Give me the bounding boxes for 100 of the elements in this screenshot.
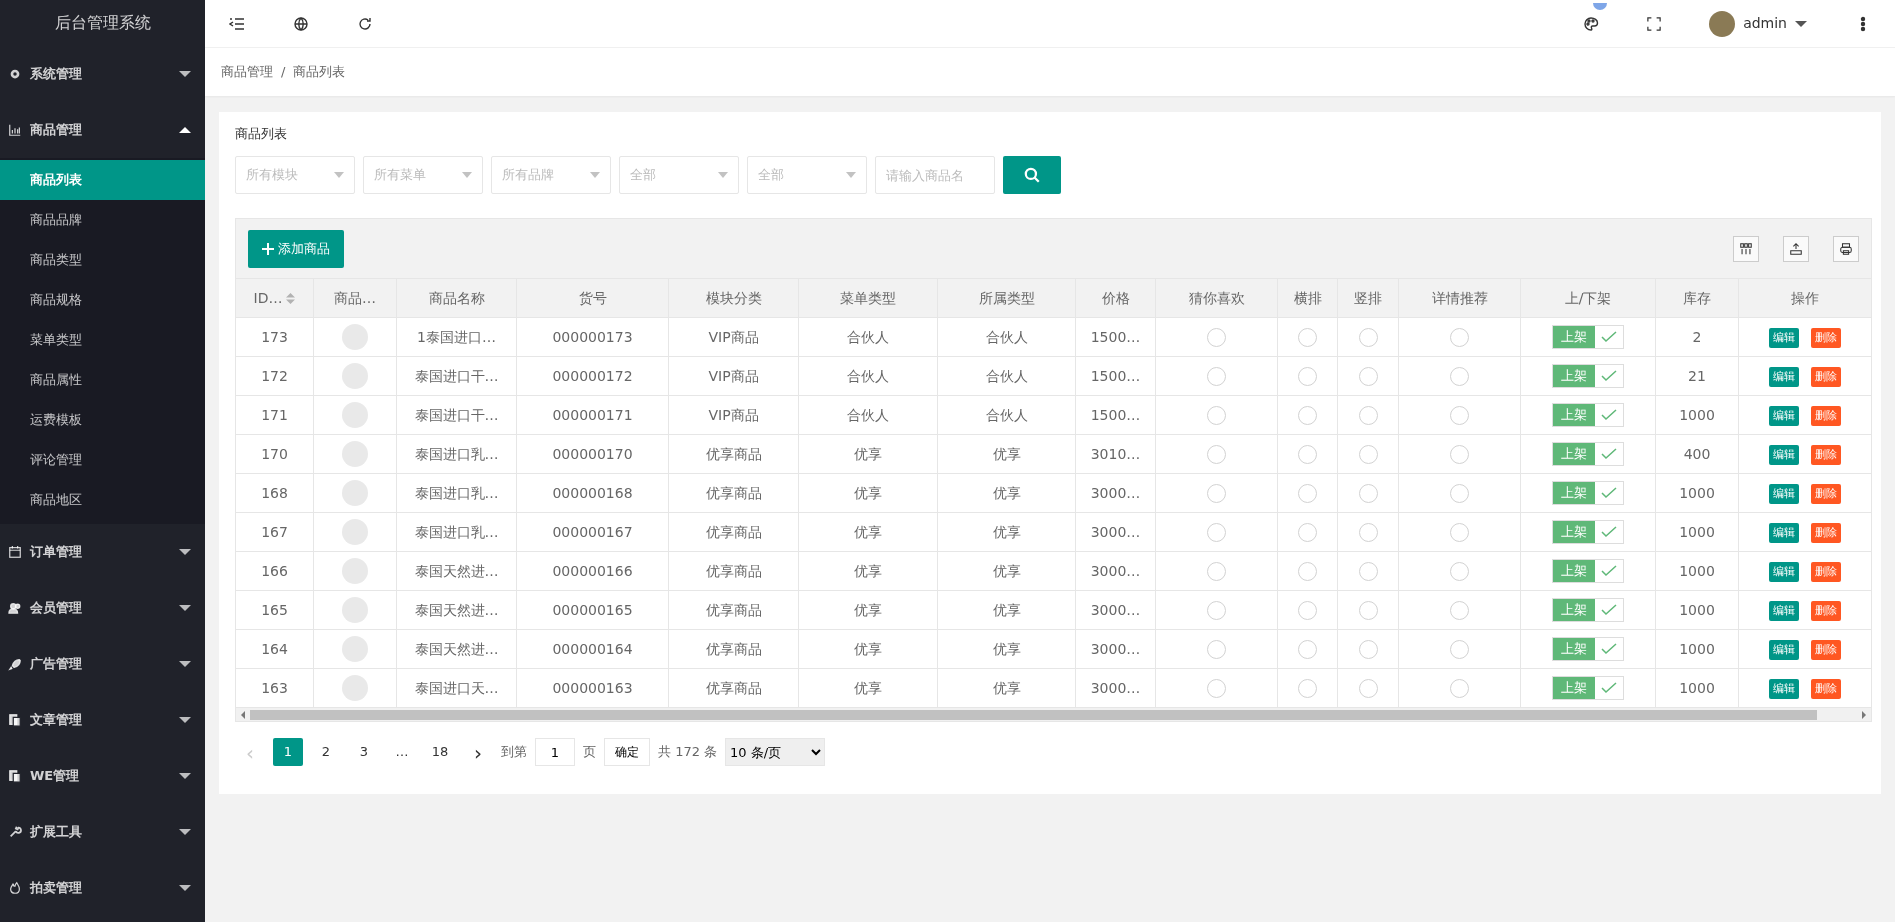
sidebar-subitem[interactable]: 评论管理 <box>0 440 205 480</box>
export-button[interactable] <box>1783 235 1809 262</box>
scroll-right-icon[interactable] <box>1860 709 1868 720</box>
delete-button[interactable]: 删除 <box>1811 444 1841 466</box>
avatar <box>1709 10 1736 37</box>
search-button[interactable] <box>1003 156 1061 194</box>
shelf-toggle[interactable]: 上架 <box>1552 598 1624 622</box>
sidebar-item[interactable]: 会员管理 <box>0 580 205 636</box>
shelf-toggle[interactable]: 上架 <box>1552 637 1624 661</box>
page-button[interactable]: 1 <box>273 738 303 766</box>
filter-dropdown[interactable]: 所有模块 <box>235 156 355 194</box>
delete-button[interactable]: 删除 <box>1811 327 1841 349</box>
horizontal-scrollbar[interactable] <box>235 708 1872 722</box>
shelf-toggle[interactable]: 上架 <box>1552 442 1624 466</box>
edit-button[interactable]: 编辑 <box>1769 678 1799 700</box>
module-cell: VIP商品 <box>708 328 759 345</box>
page-button[interactable]: 2 <box>311 738 341 766</box>
sidebar-item[interactable]: 订单管理 <box>0 524 205 580</box>
sidebar-subitem[interactable]: 商品属性 <box>0 360 205 400</box>
edit-button[interactable]: 编辑 <box>1769 561 1799 583</box>
product-name-cell: 泰国进口乳… <box>414 445 499 462</box>
page-button[interactable]: 3 <box>349 738 379 766</box>
delete-button[interactable]: 删除 <box>1811 600 1841 622</box>
edit-button[interactable]: 编辑 <box>1769 639 1799 661</box>
module-cell: 优享商品 <box>705 640 762 657</box>
price-cell: 3000… <box>1090 562 1141 579</box>
sidebar-subitem[interactable]: 商品列表 <box>0 160 205 200</box>
refresh-icon[interactable] <box>357 15 373 32</box>
sku-cell: 000000171 <box>552 406 633 423</box>
palette-icon[interactable] <box>1583 15 1600 32</box>
print-button[interactable] <box>1833 235 1859 262</box>
total-count: 共 172 条 <box>658 743 718 762</box>
shelf-toggle[interactable]: 上架 <box>1552 364 1624 388</box>
document-icon <box>8 769 22 783</box>
sidebar-item[interactable]: 扩展工具 <box>0 804 205 860</box>
edit-button[interactable]: 编辑 <box>1769 444 1799 466</box>
page-button[interactable]: … <box>387 738 417 766</box>
edit-button[interactable]: 编辑 <box>1769 522 1799 544</box>
page-number-field[interactable]: 1 <box>535 738 575 766</box>
sidebar-subitem[interactable]: 商品地区 <box>0 480 205 520</box>
sidebar-item[interactable]: WE管理 <box>0 748 205 804</box>
sidebar-item[interactable]: 商品管理 <box>0 102 205 158</box>
sidebar-item-label: 会员管理 <box>30 599 83 618</box>
filter-dropdown[interactable]: 全部 <box>619 156 739 194</box>
filter-dropdown[interactable]: 所有品牌 <box>491 156 611 194</box>
delete-button[interactable]: 删除 <box>1811 639 1841 661</box>
fullscreen-icon[interactable] <box>1647 16 1662 31</box>
user-menu[interactable]: admin <box>1709 10 1807 37</box>
sidebar-subitem[interactable]: 运费模板 <box>0 400 205 440</box>
globe-icon[interactable] <box>293 15 309 32</box>
edit-button[interactable]: 编辑 <box>1769 327 1799 349</box>
sidebar-subitem[interactable]: 商品类型 <box>0 240 205 280</box>
sidebar-item[interactable]: 文章管理 <box>0 692 205 748</box>
sidebar-subitem[interactable]: 商品规格 <box>0 280 205 320</box>
page-unit-label: 页 <box>583 743 596 762</box>
sidebar-subitem[interactable]: 菜单类型 <box>0 320 205 360</box>
next-page-button[interactable]: › <box>463 738 493 766</box>
module-cell: VIP商品 <box>708 367 759 384</box>
shelf-toggle[interactable]: 上架 <box>1552 325 1624 349</box>
confirm-button[interactable]: 确定 <box>604 738 650 766</box>
menu-type-cell: 优享 <box>854 601 882 618</box>
edit-button[interactable]: 编辑 <box>1769 600 1799 622</box>
filter-dropdown[interactable]: 所有菜单 <box>363 156 483 194</box>
column-header: 横排 <box>1293 288 1322 308</box>
sidebar-item[interactable]: 广告管理 <box>0 636 205 692</box>
print-icon <box>1839 241 1853 256</box>
shelf-toggle[interactable]: 上架 <box>1552 676 1624 700</box>
breadcrumb-separator: / <box>281 63 286 82</box>
edit-button[interactable]: 编辑 <box>1769 483 1799 505</box>
filter-dropdown[interactable]: 全部 <box>747 156 867 194</box>
delete-button[interactable]: 删除 <box>1811 678 1841 700</box>
page-button[interactable]: 18 <box>425 738 455 766</box>
delete-button[interactable]: 删除 <box>1811 366 1841 388</box>
shelf-toggle[interactable]: 上架 <box>1552 520 1624 544</box>
delete-button[interactable]: 删除 <box>1811 522 1841 544</box>
shelf-toggle[interactable]: 上架 <box>1552 559 1624 583</box>
shelf-toggle[interactable]: 上架 <box>1552 403 1624 427</box>
breadcrumb-item[interactable]: 商品管理 <box>221 62 273 82</box>
sidebar-subitem[interactable]: 商品品牌 <box>0 200 205 240</box>
scroll-left-icon[interactable] <box>239 709 247 720</box>
sidebar-item[interactable]: 拍卖管理 <box>0 860 205 916</box>
edit-button[interactable]: 编辑 <box>1769 366 1799 388</box>
price-cell: 3000… <box>1090 640 1141 657</box>
page-size-select[interactable]: 10 条/页 <box>725 738 826 766</box>
shelf-toggle[interactable]: 上架 <box>1552 481 1624 505</box>
delete-button[interactable]: 删除 <box>1811 405 1841 427</box>
stock-cell: 1000 <box>1679 523 1715 540</box>
delete-button[interactable]: 删除 <box>1811 483 1841 505</box>
edit-button[interactable]: 编辑 <box>1769 405 1799 427</box>
category-cell: 合伙人 <box>985 406 1028 423</box>
sidebar-item[interactable]: 系统管理 <box>0 46 205 102</box>
menu-fold-icon[interactable] <box>229 15 245 32</box>
delete-button[interactable]: 删除 <box>1811 561 1841 583</box>
stock-cell: 1000 <box>1679 484 1715 501</box>
id-cell: 173 <box>261 328 288 345</box>
search-field[interactable]: 请输入商品名 <box>875 156 995 194</box>
column-header: 货号 <box>578 288 607 308</box>
add-product-button[interactable]: 添加商品 <box>248 229 344 268</box>
columns-button[interactable] <box>1733 235 1759 262</box>
id-cell: 166 <box>261 562 288 579</box>
